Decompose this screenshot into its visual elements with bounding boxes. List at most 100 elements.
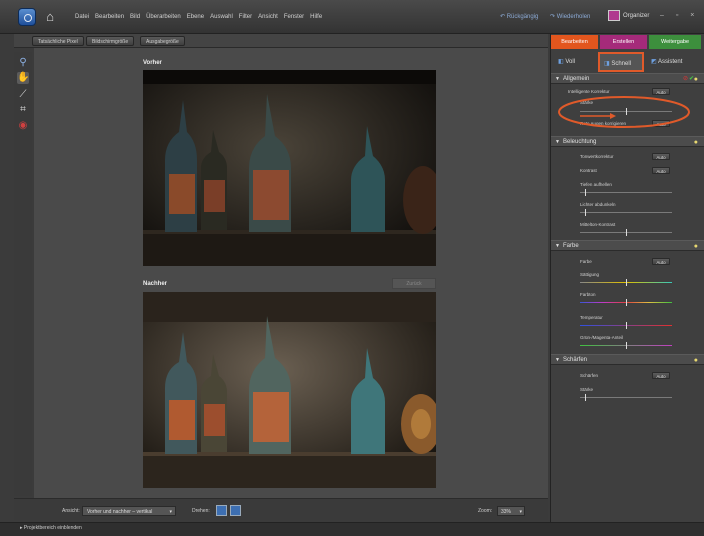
- menu-fenster[interactable]: Fenster: [284, 14, 304, 20]
- tab-bearbeiten[interactable]: Bearbeiten: [551, 35, 598, 49]
- sharpen-amount-slider[interactable]: [580, 394, 672, 401]
- menu-ansicht[interactable]: Ansicht: [258, 14, 278, 20]
- sharpen-auto-button[interactable]: Auto: [652, 372, 670, 379]
- menu-filter[interactable]: Filter: [239, 14, 252, 20]
- status-bar: [0, 522, 704, 536]
- color-label: Farbe: [580, 259, 592, 264]
- mode-quick-button[interactable]: ◨ Schnell: [598, 52, 644, 72]
- hue-label: Farbton: [580, 292, 596, 297]
- lightbulb-icon[interactable]: ●: [694, 241, 698, 252]
- view-mode-select[interactable]: Vorher und nachher – vertikal ▾: [82, 506, 176, 516]
- menu-bild[interactable]: Bild: [130, 14, 140, 20]
- collapse-icon: ▼: [555, 139, 560, 145]
- menu-ueberarbeiten[interactable]: Überarbeiten: [146, 14, 181, 20]
- guided-icon: ◩: [651, 59, 657, 65]
- section-schaerfen[interactable]: ▼ Schärfen ●: [551, 354, 704, 365]
- contrast-label: Kontrast: [580, 168, 597, 173]
- schaerfen-title: Schärfen: [563, 357, 588, 363]
- contrast-auto-button[interactable]: Auto: [652, 167, 670, 174]
- hue-slider[interactable]: [580, 299, 672, 306]
- before-label: Vorher: [143, 60, 162, 66]
- collapse-icon: ▼: [555, 243, 560, 249]
- hand-icon[interactable]: ✋: [17, 72, 29, 84]
- menu-hilfe[interactable]: Hilfe: [310, 14, 322, 20]
- mode-full-label: Voll: [565, 59, 576, 65]
- mode-quick-label: Schnell: [611, 61, 632, 67]
- sharpen-label: Schärfen: [580, 373, 599, 378]
- menu-auswahl[interactable]: Auswahl: [210, 14, 233, 20]
- after-image[interactable]: [143, 292, 436, 488]
- saturation-label: Sättigung: [580, 272, 600, 277]
- show-project-bin[interactable]: ▸ Projektbereich einblenden: [20, 525, 82, 531]
- zoom-icon[interactable]: ⚲: [17, 57, 29, 69]
- mode-guided-button[interactable]: ◩ Assistent: [651, 52, 701, 72]
- tab-erstellen[interactable]: Erstellen: [600, 35, 647, 49]
- highlights-label: Lichter abdunkeln: [580, 202, 616, 207]
- zoom-chevron-icon: ▾: [519, 509, 522, 515]
- organizer-button[interactable]: Organizer: [608, 10, 649, 24]
- tonal-auto-button[interactable]: Auto: [652, 153, 670, 160]
- menu-datei[interactable]: Datei: [75, 14, 89, 20]
- triangle-icon: ▸: [20, 525, 23, 531]
- undo-label: Rückgängig: [506, 14, 539, 20]
- temperature-slider[interactable]: [580, 322, 672, 329]
- allgemein-title: Allgemein: [563, 76, 590, 82]
- main-menu: Datei Bearbeiten Bild Überarbeiten Ebene Ausw…: [75, 14, 328, 20]
- actual-pixels-button[interactable]: Tatsächliche Pixel: [32, 36, 84, 46]
- cancel-icon[interactable]: ⊘: [683, 74, 688, 85]
- redeye-icon[interactable]: ◉: [17, 120, 29, 132]
- tab-weitergabe[interactable]: Weitergabe: [649, 35, 701, 49]
- section-beleuchtung[interactable]: ▼ Beleuchtung ●: [551, 136, 704, 147]
- redo-label: Wiederholen: [556, 14, 591, 20]
- home-icon[interactable]: ⌂: [42, 9, 58, 25]
- toolbox: [14, 52, 32, 496]
- fit-screen-button[interactable]: Bildschirmgröße: [86, 36, 135, 46]
- shadows-slider[interactable]: [580, 189, 672, 196]
- beleuchtung-title: Beleuchtung: [563, 139, 597, 145]
- app-logo-icon: [18, 8, 36, 26]
- zoom-value: 33%: [501, 509, 512, 515]
- rotate-left-icon[interactable]: [216, 505, 227, 516]
- farbe-title: Farbe: [563, 243, 579, 249]
- lightbulb-icon[interactable]: ●: [694, 74, 698, 85]
- crop-icon[interactable]: ⌗: [17, 104, 29, 116]
- lightbulb-icon[interactable]: ●: [694, 137, 698, 148]
- menu-bearbeiten[interactable]: Bearbeiten: [95, 14, 124, 20]
- brush-icon[interactable]: ⟋: [17, 89, 29, 101]
- lightbulb-icon[interactable]: ●: [694, 355, 698, 366]
- print-size-button[interactable]: Ausgabegröße: [140, 36, 185, 46]
- view-label: Ansicht:: [62, 508, 80, 514]
- mode-guided-label: Assistent: [658, 59, 683, 65]
- window-controls[interactable]: – ▫ ×: [660, 12, 699, 19]
- mode-full-button[interactable]: ◧ Voll: [558, 52, 596, 72]
- undo-icon: ↶: [500, 14, 506, 20]
- full-edit-icon: ◧: [558, 59, 564, 65]
- redo-button[interactable]: ↷ Wiederholen: [550, 13, 590, 20]
- view-mode-value: Vorher und nachher – vertikal: [87, 509, 153, 515]
- midtone-slider[interactable]: [580, 229, 672, 236]
- undo-button[interactable]: ↶ Rückgängig: [500, 13, 538, 20]
- section-allgemein[interactable]: ▼ Allgemein ⊘ ✔ ●: [551, 73, 704, 84]
- collapse-icon: ▼: [555, 76, 560, 82]
- annotation-ellipse: [558, 96, 690, 128]
- midtone-label: Mittelton-Kontrast: [580, 222, 616, 227]
- shadows-label: Tiefen aufhellen: [580, 182, 612, 187]
- section-farbe[interactable]: ▼ Farbe ●: [551, 240, 704, 251]
- color-auto-button[interactable]: Auto: [652, 258, 670, 265]
- reset-button[interactable]: Zurück: [392, 278, 436, 289]
- organizer-label: Organizer: [623, 13, 650, 20]
- sharpen-amount-label: Stärke: [580, 387, 594, 392]
- highlights-slider[interactable]: [580, 209, 672, 216]
- menu-ebene[interactable]: Ebene: [187, 14, 204, 20]
- temperature-label: Temperatur: [580, 315, 603, 320]
- after-label: Nachher: [143, 281, 168, 287]
- chevron-down-icon: ▾: [169, 509, 172, 515]
- before-image[interactable]: [143, 70, 436, 266]
- collapse-icon: ▼: [555, 357, 560, 363]
- rotate-right-icon[interactable]: [230, 505, 241, 516]
- saturation-slider[interactable]: [580, 279, 672, 286]
- tint-slider[interactable]: [580, 342, 672, 349]
- quick-fix-icon: ◨: [604, 61, 610, 67]
- redo-icon: ↷: [550, 14, 556, 20]
- zoom-select[interactable]: 33% ▾: [497, 506, 525, 516]
